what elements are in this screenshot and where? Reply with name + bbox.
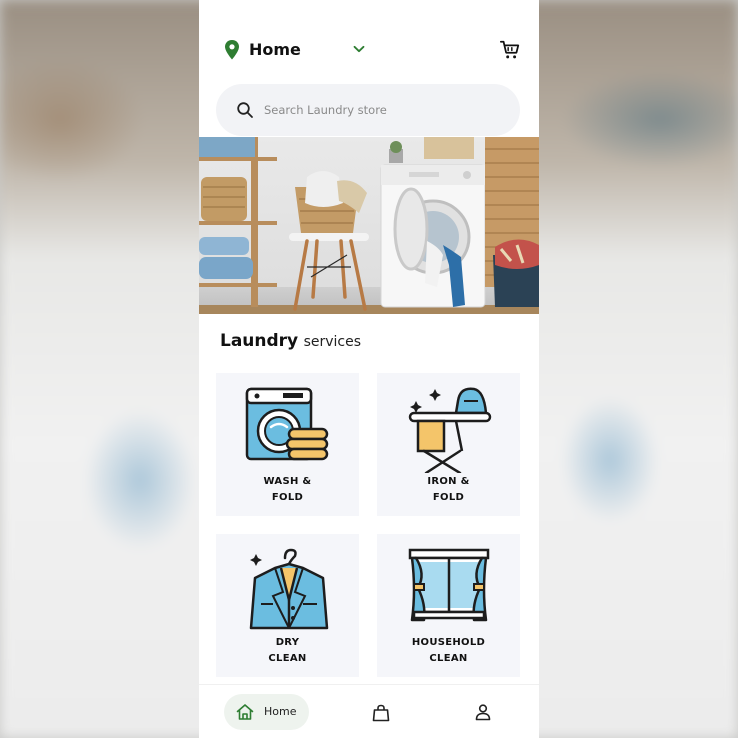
cart-icon[interactable] [499, 39, 521, 61]
location-selector[interactable]: Home [249, 40, 301, 59]
top-bar: Home [199, 30, 539, 70]
service-card-wash-fold[interactable]: WASH & FOLD [216, 373, 359, 516]
shopping-bag-icon[interactable] [371, 703, 391, 723]
section-title-bold: Laundry [220, 331, 299, 351]
curtain-window-icon [408, 548, 490, 622]
iron-board-icon [408, 387, 492, 473]
banner-image [199, 137, 539, 314]
app-screen: Home Search Laundry store Laundry servic… [199, 0, 539, 738]
search-bar[interactable] [216, 84, 520, 136]
nav-home-label: Home [264, 705, 297, 718]
service-label: IRON & FOLD [377, 474, 520, 506]
service-label-line1: WASH & [263, 476, 312, 487]
service-card-dry-clean[interactable]: DRY CLEAN [216, 534, 359, 677]
service-label-line1: IRON & [427, 476, 470, 487]
laundry-room-photo [199, 137, 539, 314]
nav-item-home[interactable]: Home [224, 694, 309, 730]
search-icon [237, 102, 253, 118]
search-input[interactable] [264, 98, 504, 122]
service-label-line2: CLEAN [268, 653, 307, 664]
service-label-line1: HOUSEHOLD [411, 637, 486, 648]
service-card-household-clean[interactable]: HOUSEHOLD CLEAN [377, 534, 520, 677]
service-label-line1: DRY [275, 637, 300, 648]
service-label-line2: CLEAN [429, 653, 468, 664]
service-label-line2: FOLD [432, 492, 465, 503]
bottom-nav: Home [199, 684, 539, 738]
service-label: WASH & FOLD [216, 474, 359, 506]
washing-machine-icon [245, 387, 329, 461]
section-title: Laundry services [220, 331, 361, 351]
service-card-iron-fold[interactable]: IRON & FOLD [377, 373, 520, 516]
section-title-light: services [303, 334, 362, 350]
service-label: DRY CLEAN [216, 635, 359, 667]
chevron-down-icon[interactable] [352, 42, 366, 56]
home-icon [236, 704, 254, 720]
map-pin-icon [225, 40, 239, 60]
service-label-line2: FOLD [271, 492, 304, 503]
service-label: HOUSEHOLD CLEAN [377, 635, 520, 667]
suit-hanger-icon [249, 548, 329, 630]
user-icon[interactable] [474, 703, 492, 721]
